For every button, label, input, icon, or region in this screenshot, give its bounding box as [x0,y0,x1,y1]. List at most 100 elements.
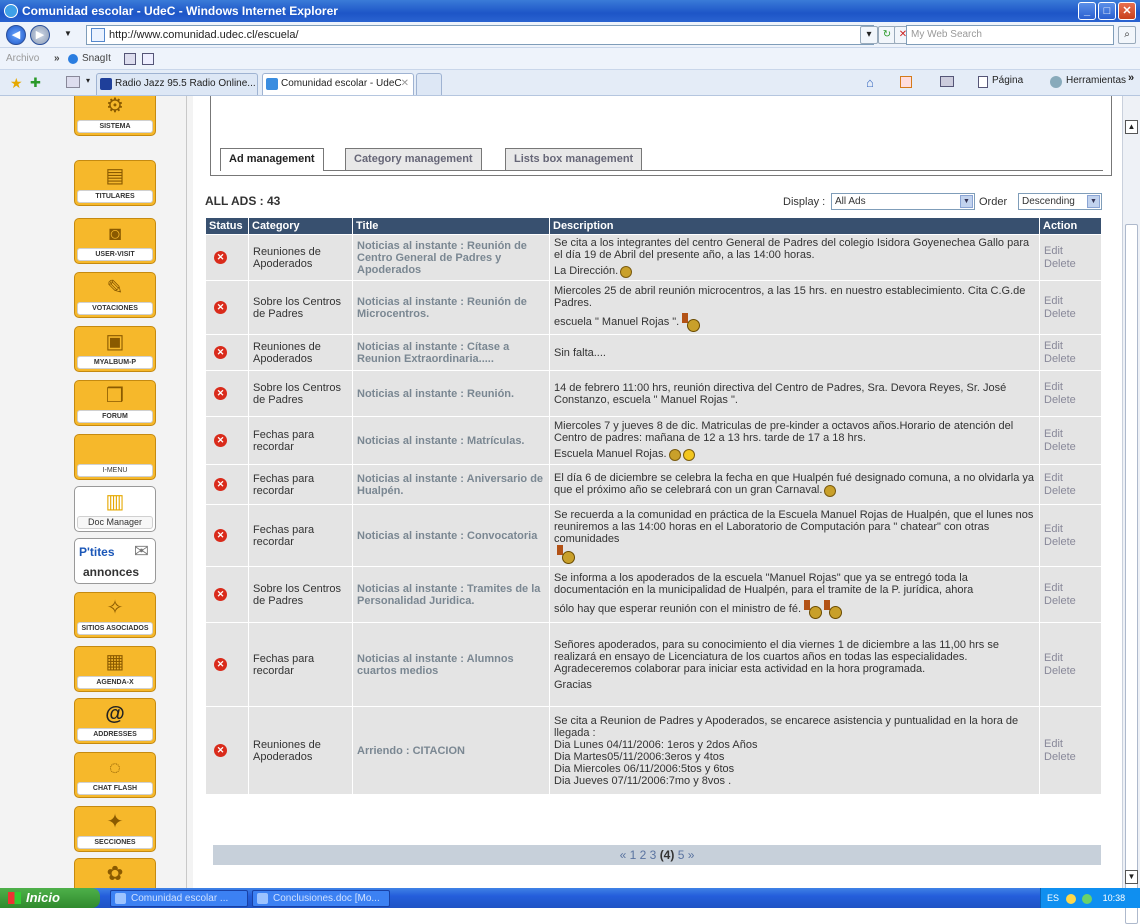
maximize-button[interactable]: □ [1098,2,1116,20]
delete-link[interactable]: Delete [1044,308,1076,320]
language-indicator[interactable]: ES [1047,893,1059,903]
browser-tab-radio[interactable]: Radio Jazz 95.5 Radio Online... [96,73,258,95]
tab-ad-management[interactable]: Ad management [220,148,324,171]
vertical-scrollbar[interactable]: ▲ ▼ [1122,96,1140,924]
status-inactive-icon[interactable]: ✕ [214,478,227,491]
home-icon[interactable]: ⌂ [866,75,874,90]
status-inactive-icon[interactable]: ✕ [214,387,227,400]
tab-close-icon[interactable]: ✕ [401,74,409,94]
delete-link[interactable]: Delete [1044,665,1076,677]
taskbar-item-comunidad[interactable]: Comunidad escolar ... [110,890,248,907]
col-category[interactable]: Category [248,217,353,235]
edit-link[interactable]: Edit [1044,340,1063,352]
pager-page-3[interactable]: 3 [650,848,657,862]
edit-link[interactable]: Edit [1044,428,1063,440]
tab-category-management[interactable]: Category management [345,148,482,170]
scroll-up-icon[interactable]: ▲ [1125,120,1138,134]
col-status[interactable]: Status [205,217,249,235]
tab-list-dropdown-icon[interactable]: ▾ [86,76,90,85]
status-inactive-icon[interactable]: ✕ [214,658,227,671]
sidebar-item-user-visit[interactable]: ◙ USER-VISIT [74,218,156,264]
edit-link[interactable]: Edit [1044,523,1063,535]
edit-link[interactable]: Edit [1044,738,1063,750]
pager-prev[interactable]: « [620,848,627,862]
search-icon[interactable]: ⌕ [1118,26,1136,44]
network-icon[interactable] [1082,893,1093,904]
sidebar-item-titulares[interactable]: ▤ TITULARES [74,160,156,206]
favorites-star-icon[interactable]: ★ [10,75,23,92]
pager-page-1[interactable]: 1 [630,848,637,862]
status-inactive-icon[interactable]: ✕ [214,744,227,757]
title-cell[interactable]: Noticias al instante : Matrículas. [352,416,550,465]
edit-link[interactable]: Edit [1044,472,1063,484]
new-tab-button[interactable] [416,73,442,95]
title-cell[interactable]: Noticias al instante : Cítase a Reunion … [352,334,550,371]
web-search-input[interactable]: My Web Search [906,25,1114,45]
status-inactive-icon[interactable]: ✕ [214,301,227,314]
edit-link[interactable]: Edit [1044,381,1063,393]
title-cell[interactable]: Noticias al instante : Aniversario de Hu… [352,464,550,505]
sidebar-item-votaciones[interactable]: ✎ VOTACIONES [74,272,156,318]
back-button[interactable]: ◀ [6,25,26,45]
pager-next[interactable]: » [688,848,695,862]
delete-link[interactable]: Delete [1044,258,1076,270]
display-select[interactable]: All Ads ▼ [831,193,975,210]
tray-icon[interactable] [1065,893,1076,904]
sidebar-item-chat-flash[interactable]: ◌ CHAT FLASH [74,752,156,798]
order-select[interactable]: Descending ▼ [1018,193,1102,210]
sidebar-item-forum[interactable]: ❒ FORUM [74,380,156,426]
status-inactive-icon[interactable]: ✕ [214,346,227,359]
address-dropdown-icon[interactable]: ▾ [860,26,878,44]
pager-page-5[interactable]: 5 [678,848,685,862]
status-inactive-icon[interactable]: ✕ [214,251,227,264]
status-inactive-icon[interactable]: ✕ [214,588,227,601]
sidebar-item-secciones[interactable]: ✦ SECCIONES [74,806,156,852]
title-cell[interactable]: Noticias al instante : Convocatoria [352,504,550,567]
status-inactive-icon[interactable]: ✕ [214,529,227,542]
archivo-menu[interactable]: Archivo [6,48,39,70]
delete-link[interactable]: Delete [1044,394,1076,406]
history-dropdown-icon[interactable]: ▼ [64,29,72,38]
sidebar-item-i-menu[interactable]: I-MENU [74,434,156,480]
toolbar-chevron-icon[interactable]: » [54,48,60,70]
delete-link[interactable]: Delete [1044,353,1076,365]
snagit-button[interactable]: SnagIt [82,48,111,70]
tab-lists-box-management[interactable]: Lists box management [505,148,643,170]
page-menu[interactable]: Página [992,75,1023,86]
edit-link[interactable]: Edit [1044,652,1063,664]
delete-link[interactable]: Delete [1044,595,1076,607]
sidebar-item-annonces[interactable]: P'tites ✉ annonces [74,538,156,584]
close-button[interactable]: ✕ [1118,2,1136,20]
sidebar-item-addresses[interactable]: @ ADDRESSES [74,698,156,744]
tools-menu[interactable]: Herramientas [1066,75,1126,86]
delete-link[interactable]: Delete [1044,751,1076,763]
snagit-capture-icon[interactable] [124,53,136,65]
edit-link[interactable]: Edit [1044,582,1063,594]
col-title[interactable]: Title [352,217,550,235]
toolbar-overflow-icon[interactable]: » [1128,72,1134,84]
title-cell[interactable]: Noticias al instante : Reunión de Centro… [352,234,550,281]
scroll-down-icon[interactable]: ▼ [1125,870,1138,884]
sidebar-item-doc-manager[interactable]: ▥ Doc Manager [74,486,156,532]
taskbar-item-word[interactable]: Conclusiones.doc [Mo... [252,890,390,907]
delete-link[interactable]: Delete [1044,441,1076,453]
browser-tab-comunidad[interactable]: Comunidad escolar - UdeC ✕ [262,73,414,95]
status-inactive-icon[interactable]: ✕ [214,434,227,447]
scroll-thumb[interactable] [1125,224,1138,924]
col-description[interactable]: Description [549,217,1040,235]
sidebar-item-sistema[interactable]: ⚙ SISTEMA [74,96,156,136]
sidebar-item-myalbum[interactable]: ▣ MYALBUM-P [74,326,156,372]
sidebar-item-agenda-x[interactable]: ▦ AGENDA-X [74,646,156,692]
edit-link[interactable]: Edit [1044,245,1063,257]
add-favorites-icon[interactable]: ✚ [30,75,41,91]
title-cell[interactable]: Noticias al instante : Alumnos cuartos m… [352,622,550,707]
minimize-button[interactable]: _ [1078,2,1096,20]
title-cell[interactable]: Noticias al instante : Tramites de la Pe… [352,566,550,623]
snagit-editor-icon[interactable] [142,53,154,65]
sidebar-item-more[interactable]: ✿ [74,858,156,888]
start-button[interactable]: Inicio [0,888,100,908]
edit-link[interactable]: Edit [1044,295,1063,307]
sidebar-item-sitios-asociados[interactable]: ✧ SITIOS ASOCIADOS [74,592,156,638]
title-cell[interactable]: Noticias al instante : Reunión. [352,370,550,417]
quick-tabs-icon[interactable] [66,76,80,88]
